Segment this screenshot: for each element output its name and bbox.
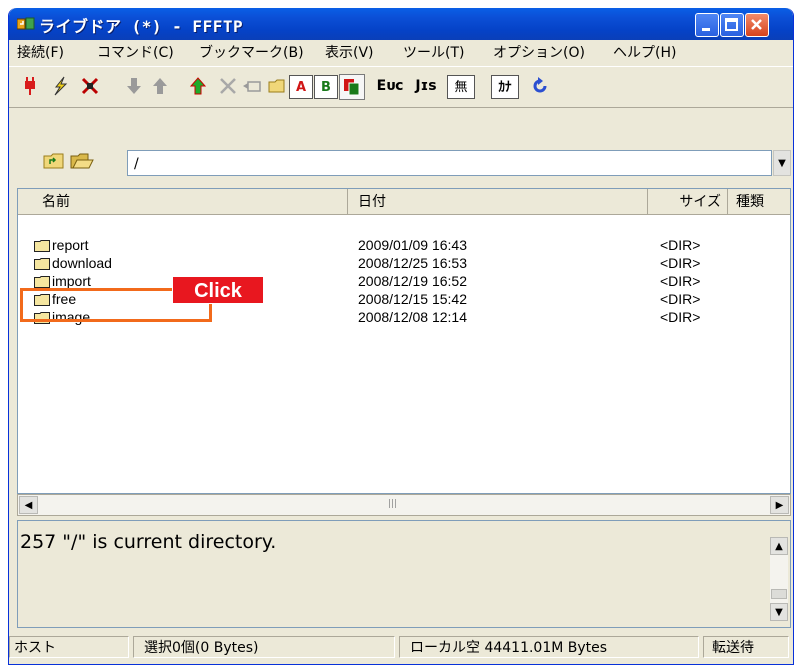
folder-icon xyxy=(34,276,50,288)
file-date: 2009/01/09 16:43 xyxy=(358,237,467,253)
column-header-date[interactable]: 日付 xyxy=(348,189,648,215)
file-size: <DIR> xyxy=(660,255,701,271)
chevron-right-icon: ▶ xyxy=(775,499,784,511)
menu-connect[interactable]: 接続(F) xyxy=(17,42,64,62)
disconnect-button[interactable] xyxy=(77,73,103,99)
quick-connect-button[interactable] xyxy=(47,73,73,99)
file-row-download[interactable]: download 2008/12/25 16:53 <DIR> xyxy=(18,255,788,272)
menu-help[interactable]: ヘルプ(H) xyxy=(613,42,676,62)
file-name: import xyxy=(52,273,91,289)
binary-mode-button[interactable]: B xyxy=(314,75,338,99)
disconnect-icon xyxy=(81,77,99,95)
status-bar: ホスト 選択0個(0 Bytes) ローカル空 44411.01M Bytes … xyxy=(9,630,793,664)
maximize-button[interactable] xyxy=(720,13,744,37)
horizontal-scrollbar[interactable]: ◀ ||| ▶ xyxy=(17,494,791,516)
file-row-report[interactable]: report 2009/01/09 16:43 <DIR> xyxy=(18,237,788,254)
minimize-icon xyxy=(702,28,710,31)
status-selection: 選択0個(0 Bytes) xyxy=(133,636,395,658)
status-local-free: ローカル空 44411.01M Bytes xyxy=(399,636,699,658)
parent-folder-button[interactable] xyxy=(41,148,67,174)
mirror-upload-button[interactable] xyxy=(185,73,211,99)
minimize-button[interactable] xyxy=(695,13,719,37)
log-message: 257 "/" is current directory. xyxy=(20,531,277,553)
rename-button[interactable] xyxy=(239,73,265,99)
app-icon xyxy=(17,17,35,30)
menu-command[interactable]: コマンド(C) xyxy=(97,42,174,62)
scroll-thumb[interactable] xyxy=(771,589,787,599)
remote-file-list[interactable]: 名前 日付 サイズ 種類 report 2009/01/09 16:43 <DI… xyxy=(17,188,791,494)
folder-icon xyxy=(34,240,50,252)
file-date: 2008/12/08 12:14 xyxy=(358,309,467,325)
column-header-type[interactable]: 種類 xyxy=(728,189,790,215)
chevron-down-icon: ▼ xyxy=(778,157,786,169)
download-button[interactable] xyxy=(121,73,147,99)
toolbar: A B Eᴜᴄ Jɪs 無 ｶﾅ xyxy=(9,66,793,108)
chevron-up-icon: ▲ xyxy=(775,540,783,552)
status-host: ホスト xyxy=(9,636,129,658)
delete-x-icon xyxy=(220,78,236,94)
file-date: 2008/12/25 16:53 xyxy=(358,255,467,271)
chevron-down-icon: ▼ xyxy=(775,606,783,618)
no-convert-button[interactable]: 無 xyxy=(447,75,475,99)
log-vertical-scrollbar[interactable]: ▲ ▼ xyxy=(770,537,788,621)
delete-button[interactable] xyxy=(215,73,241,99)
scroll-right-button[interactable]: ▶ xyxy=(770,496,789,514)
arrow-down-icon xyxy=(127,78,141,94)
kana-convert-button[interactable]: ｶﾅ xyxy=(491,75,519,99)
column-header-size[interactable]: サイズ xyxy=(648,189,728,215)
column-header-name[interactable]: 名前 xyxy=(18,189,348,215)
parent-folder-icon xyxy=(43,153,64,169)
click-callout: Click xyxy=(172,276,264,304)
menu-bar: 接続(F) コマンド(C) ブックマーク(B) 表示(V) ツール(T) オプシ… xyxy=(9,40,793,64)
open-folder-icon xyxy=(70,153,94,169)
file-size: <DIR> xyxy=(660,309,701,325)
file-size: <DIR> xyxy=(660,273,701,289)
upload-button[interactable] xyxy=(147,73,173,99)
chevron-left-icon: ◀ xyxy=(24,499,33,511)
file-size: <DIR> xyxy=(660,291,701,307)
scroll-left-button[interactable]: ◀ xyxy=(19,496,38,514)
remote-path-input[interactable]: / xyxy=(127,150,772,176)
scroll-grip-icon: ||| xyxy=(388,499,398,509)
jis-convert-button[interactable]: Jɪs xyxy=(409,73,443,99)
arrow-up-icon xyxy=(153,78,167,94)
ffftp-window: ライブドア (*) - FFFTP 接続(F) コマンド(C) ブックマーク(B… xyxy=(8,8,794,665)
menu-bookmark[interactable]: ブックマーク(B) xyxy=(199,42,304,62)
maximize-icon xyxy=(725,18,738,31)
file-date: 2008/12/19 16:52 xyxy=(358,273,467,289)
new-folder-icon xyxy=(268,79,285,93)
window-title: ライブドア (*) - FFFTP xyxy=(39,17,244,36)
menu-options[interactable]: オプション(O) xyxy=(493,42,585,62)
scroll-up-button[interactable]: ▲ xyxy=(770,537,788,555)
path-dropdown-button[interactable]: ▼ xyxy=(773,150,791,176)
scroll-down-button[interactable]: ▼ xyxy=(770,603,788,621)
new-folder-button[interactable] xyxy=(265,73,291,99)
mirror-upload-icon xyxy=(189,77,207,95)
lightning-icon xyxy=(54,76,68,96)
file-date: 2008/12/15 15:42 xyxy=(358,291,467,307)
folder-icon xyxy=(34,258,50,270)
ascii-mode-button[interactable]: A xyxy=(289,75,313,99)
status-transfer: 転送待 xyxy=(703,636,789,658)
open-folder-button[interactable] xyxy=(69,148,95,174)
rename-icon xyxy=(243,81,261,92)
file-name: report xyxy=(52,237,89,253)
message-log[interactable]: 257 "/" is current directory. ▲ ▼ xyxy=(17,520,791,628)
connect-button[interactable] xyxy=(17,73,43,99)
title-bar[interactable]: ライブドア (*) - FFFTP xyxy=(9,8,793,40)
file-name: download xyxy=(52,255,112,271)
close-icon xyxy=(751,19,762,30)
close-button[interactable] xyxy=(745,13,769,37)
file-size: <DIR> xyxy=(660,237,701,253)
menu-view[interactable]: 表示(V) xyxy=(325,42,374,62)
auto-mode-button[interactable] xyxy=(339,74,365,100)
plug-icon xyxy=(25,77,35,95)
refresh-icon xyxy=(533,77,547,93)
euc-convert-button[interactable]: Eᴜᴄ xyxy=(373,73,407,99)
refresh-button[interactable] xyxy=(527,73,553,99)
menu-tools[interactable]: ツール(T) xyxy=(403,42,464,62)
auto-mode-icon xyxy=(344,79,360,96)
